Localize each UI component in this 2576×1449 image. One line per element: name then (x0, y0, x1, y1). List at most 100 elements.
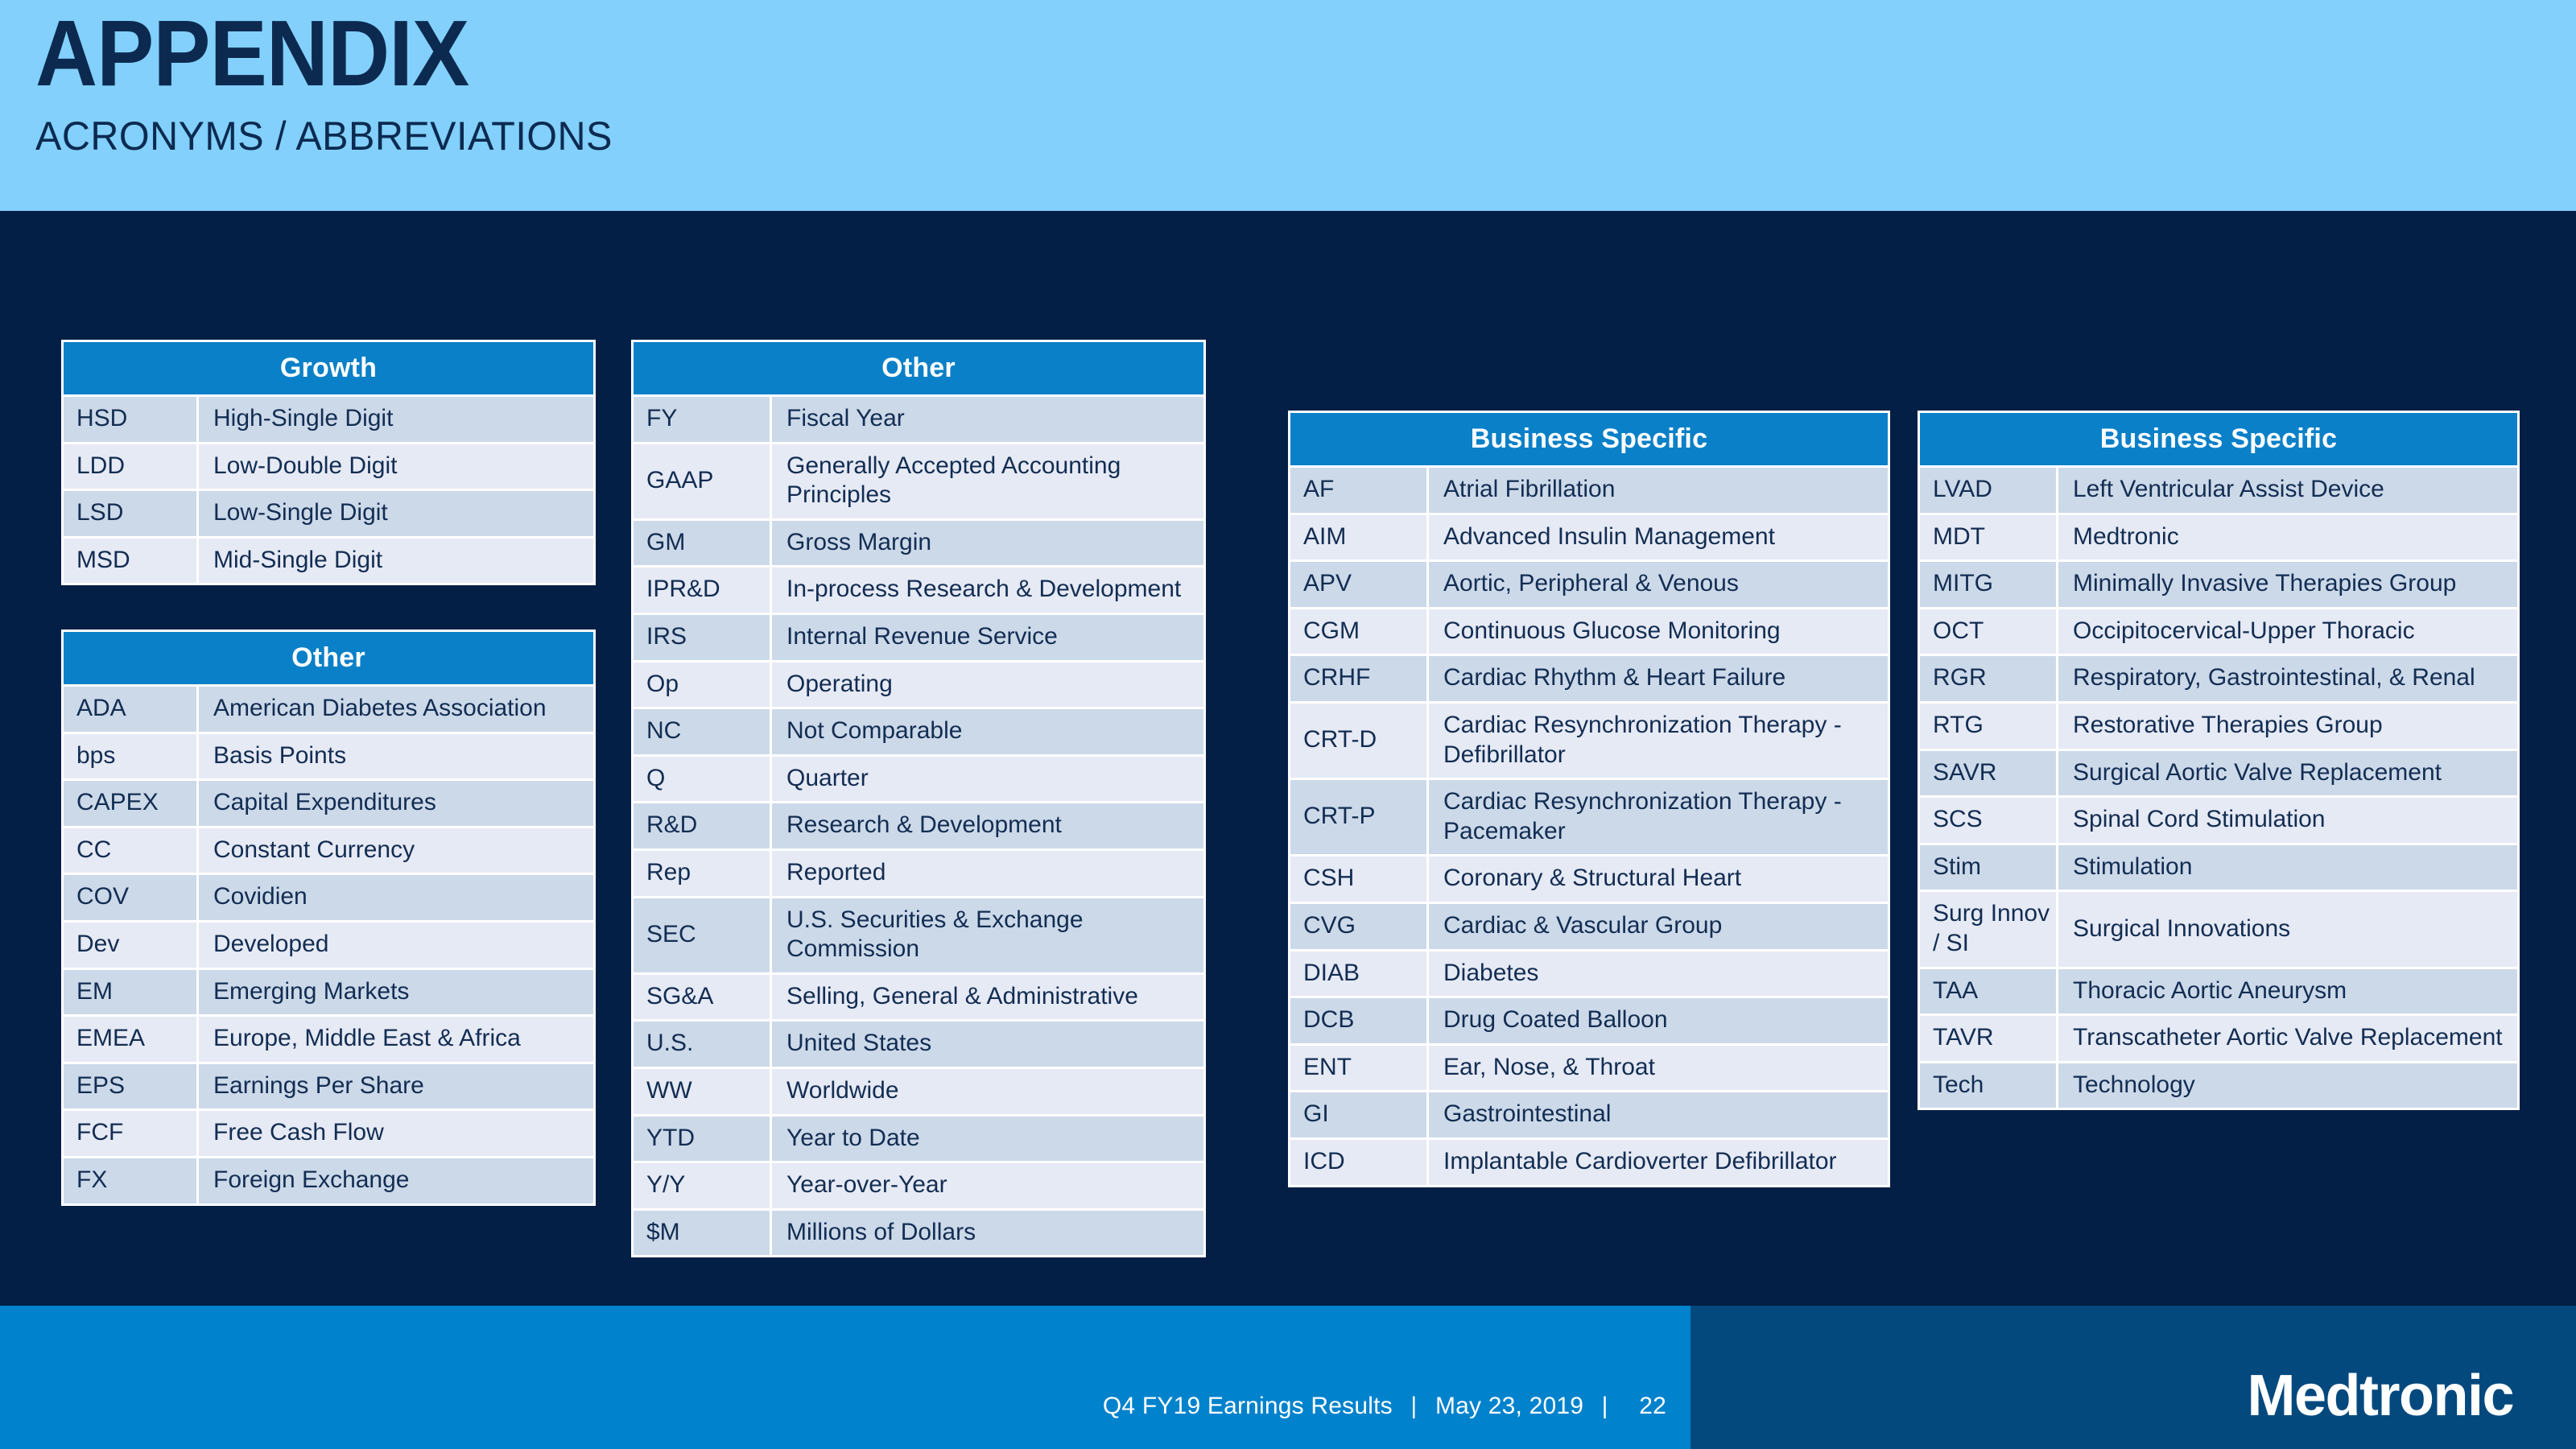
definition-text: Internal Revenue Service (786, 622, 1058, 650)
definition-text: Aortic, Peripheral & Venous (1443, 570, 1739, 597)
acronym-cell: CRHF (1290, 656, 1429, 701)
acronym-cell: CVG (1290, 903, 1429, 949)
acronym-cell: IPR&D (634, 568, 772, 613)
table-row: Y/Y Year-over-Year (634, 1161, 1203, 1208)
acronym-cell: RTG (1920, 703, 2058, 749)
acronym-text: ADA (76, 695, 126, 721)
acronym-cell: $M (634, 1210, 772, 1256)
definition-cell: Cardiac Resynchronization Therapy - Pace… (1429, 780, 1888, 855)
acronym-cell: LDD (64, 444, 199, 489)
definition-cell: Thoracic Aortic Aneurysm (2058, 968, 2517, 1014)
definition-text: Cardiac & Vascular Group (1443, 911, 1723, 939)
definition-cell: Basis Points (199, 733, 593, 779)
definition-text: American Diabetes Association (213, 695, 547, 721)
definition-cell: Gastrointestinal (1429, 1092, 1888, 1137)
acronym-cell: EPS (64, 1063, 199, 1109)
acronym-cell: MSD (64, 538, 199, 584)
definition-cell: United States (772, 1022, 1203, 1067)
acronym-cell: LVAD (1920, 468, 2058, 513)
definition-text: Not Comparable (786, 717, 963, 745)
acronym-cell: FX (64, 1158, 199, 1203)
acronym-text: FY (646, 405, 678, 431)
definition-text: Left Ventricular Assist Device (2073, 476, 2384, 502)
table-row: DCB Drug Coated Balloon (1290, 996, 1888, 1043)
definition-text: United States (786, 1030, 932, 1057)
acronym-text: LDD (76, 452, 126, 479)
definition-cell: Cardiac Rhythm & Heart Failure (1429, 656, 1888, 701)
acronym-text: LSD (76, 499, 124, 526)
definition-text: Quarter (786, 764, 869, 791)
definition-cell: Gross Margin (772, 520, 1203, 566)
slide-header: APPENDIX ACRONYMS / ABBREVIATIONS (0, 0, 2576, 211)
acronym-cell: EMEA (64, 1017, 199, 1062)
definition-text: Gross Margin (786, 528, 932, 555)
acronym-cell: CRT-P (1290, 780, 1429, 855)
footer-date: May 23, 2019 (1435, 1393, 1584, 1419)
acronym-cell: MDT (1920, 514, 2058, 560)
table-row: DIAB Diabetes (1290, 948, 1888, 997)
definition-text: Covidien (213, 883, 308, 910)
definition-text: Millions of Dollars (786, 1218, 976, 1245)
acronym-text: YTD (646, 1124, 695, 1151)
definition-cell: American Diabetes Association (199, 687, 593, 732)
definition-cell: Generally Accepted Accounting Principles (772, 444, 1203, 518)
definition-cell: Technology (2058, 1063, 2517, 1108)
table-row: LSD Low-Single Digit (64, 489, 593, 536)
table-row: SG&A Selling, General & Administrative (634, 972, 1203, 1020)
acronym-text: U.S. (646, 1030, 694, 1057)
acronym-cell: Dev (64, 922, 199, 968)
definition-text: Atrial Fibrillation (1443, 476, 1616, 502)
definition-text: Constant Currency (213, 836, 415, 863)
acronym-text: IPR&D (646, 576, 720, 603)
table-row: SAVR Surgical Aortic Valve Replacement (1920, 748, 2517, 796)
definition-text: High-Single Digit (213, 405, 394, 431)
definition-text: Gastrointestinal (1443, 1100, 1612, 1128)
acronym-cell: CAPEX (64, 781, 199, 826)
definition-cell: Selling, General & Administrative (772, 974, 1203, 1020)
table-row: CC Constant Currency (64, 825, 593, 873)
acronym-text: CRT-D (1303, 726, 1377, 753)
definition-text: Implantable Cardioverter Defibrillator (1443, 1147, 1837, 1174)
footer-separator-1: | (1410, 1393, 1418, 1419)
acronym-text: $M (646, 1218, 680, 1245)
definition-cell: Ear, Nose, & Throat (1429, 1045, 1888, 1091)
definition-cell: Year to Date (772, 1116, 1203, 1162)
acronym-cell: SEC (634, 898, 772, 972)
table-row: IPR&D In-process Research & Development (634, 565, 1203, 613)
table-row: COV Covidien (64, 873, 593, 920)
definition-text: Diabetes (1443, 959, 1539, 986)
table-row: ICD Implantable Cardioverter Defibrillato… (1290, 1137, 1888, 1185)
acronym-text: EPS (76, 1071, 126, 1099)
table-row: Q Quarter (634, 753, 1203, 802)
acronym-text: SG&A (646, 982, 714, 1009)
acronym-cell: AF (1290, 468, 1429, 513)
definition-text: Respiratory, Gastrointestinal, & Renal (2073, 664, 2475, 691)
definition-cell: Mid-Single Digit (199, 538, 593, 584)
acronym-text: COV (76, 883, 130, 910)
acronym-cell: Tech (1920, 1063, 2058, 1108)
table-row: ADA American Diabetes Association (64, 684, 593, 732)
acronym-text: IRS (646, 622, 687, 650)
table-row: AF Atrial Fibrillation (1290, 465, 1888, 513)
table-row: APV Aortic, Peripheral & Venous (1290, 559, 1888, 607)
acronym-cell: SG&A (634, 974, 772, 1020)
acronym-cell: EM (64, 969, 199, 1015)
page-title: APPENDIX (35, 1, 469, 105)
table-row: NC Not Comparable (634, 707, 1203, 754)
acronym-cell: ADA (64, 687, 199, 732)
acronym-cell: Surg Innov / SI (1920, 892, 2058, 967)
table-row: bps Basis Points (64, 731, 593, 779)
table-row: EM Emerging Markets (64, 967, 593, 1015)
definition-text: Fiscal Year (786, 405, 905, 431)
table-row: CVG Cardiac & Vascular Group (1290, 901, 1888, 949)
table-body: HSD High-Single Digit LDD Low-Double Digit L… (64, 394, 593, 584)
table-row: $M Millions of Dollars (634, 1208, 1203, 1256)
acronym-text: CSH (1303, 865, 1355, 892)
acronym-text: Stim (1933, 852, 1981, 880)
table-row: Stim Stimulation (1920, 842, 2517, 890)
acronym-cell: IRS (634, 614, 772, 660)
footer-deck-title: Q4 FY19 Earnings Results (1102, 1393, 1393, 1419)
table-row: Surg Innov / SI Surgical Innovations (1920, 890, 2517, 967)
definition-text: Reported (786, 858, 886, 886)
acronym-cell: R&D (634, 803, 772, 848)
